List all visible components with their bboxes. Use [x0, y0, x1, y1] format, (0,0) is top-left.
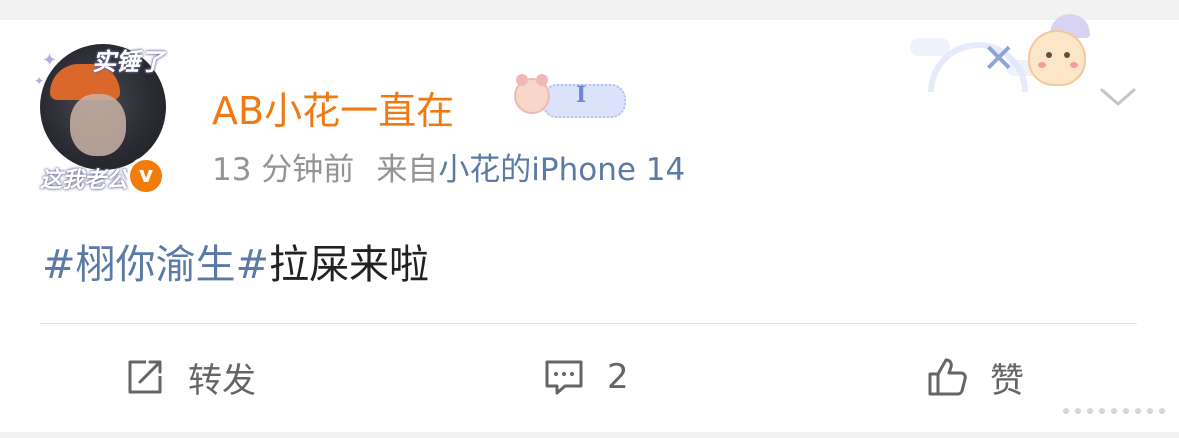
bunny-cheek [1070, 62, 1078, 68]
username[interactable]: AB小花一直在 [212, 80, 454, 135]
avatar-caption-top: 实锤了 [92, 47, 164, 76]
sparkle-icon: ✦ [42, 50, 58, 71]
cloud-icon [910, 38, 950, 56]
chevron-down-icon[interactable] [1098, 82, 1138, 110]
avatar[interactable]: ✦ ✦ 实锤了 这我老公 [34, 44, 166, 193]
divider [40, 323, 1137, 324]
post-time: 13 分钟前 [212, 152, 355, 188]
bunny-eye [1064, 52, 1070, 58]
like-button[interactable]: 赞 [926, 356, 1024, 401]
weibo-post-card: ✦ ✦ 实锤了 这我老公 v AB小花一直在 I 13 分钟前 来自小花的iPho… [0, 14, 1179, 432]
bear-icon [514, 74, 550, 114]
share-icon [128, 360, 162, 394]
fan-badge-icon[interactable]: I [512, 74, 626, 120]
sparkle-icon: ✦ [34, 74, 45, 88]
verified-badge-icon: v [127, 157, 165, 195]
more-dots-icon [1063, 408, 1165, 414]
source-prefix: 来自 [376, 152, 439, 188]
windmill-icon: ✕ [982, 36, 1016, 82]
bunny-eye [1046, 52, 1052, 58]
bunny-cheek [1038, 62, 1046, 68]
hashtag-link[interactable]: #栩你渝生# [42, 242, 269, 288]
avatar-face [70, 94, 126, 156]
avatar-caption-bottom: 这我老公 [40, 167, 129, 193]
post-meta: 13 分钟前 来自小花的iPhone 14 [212, 144, 685, 189]
like-label: 赞 [990, 360, 1024, 401]
post-text: #栩你渝生#拉屎来啦 [42, 232, 429, 290]
comment-count: 2 [607, 357, 629, 397]
comment-button[interactable]: 2 [543, 356, 629, 398]
thumbs-up-icon [928, 358, 967, 396]
repost-label: 转发 [188, 360, 256, 401]
repost-button[interactable]: 转发 [124, 356, 256, 401]
card-decoration-icon: ✕ [910, 14, 1100, 100]
source-device-link[interactable]: 小花的iPhone 14 [438, 152, 685, 188]
comment-icon [545, 360, 583, 395]
badge-letter: I [576, 82, 587, 108]
bunny-icon [1028, 30, 1086, 86]
post-body: 拉屎来啦 [269, 242, 430, 288]
